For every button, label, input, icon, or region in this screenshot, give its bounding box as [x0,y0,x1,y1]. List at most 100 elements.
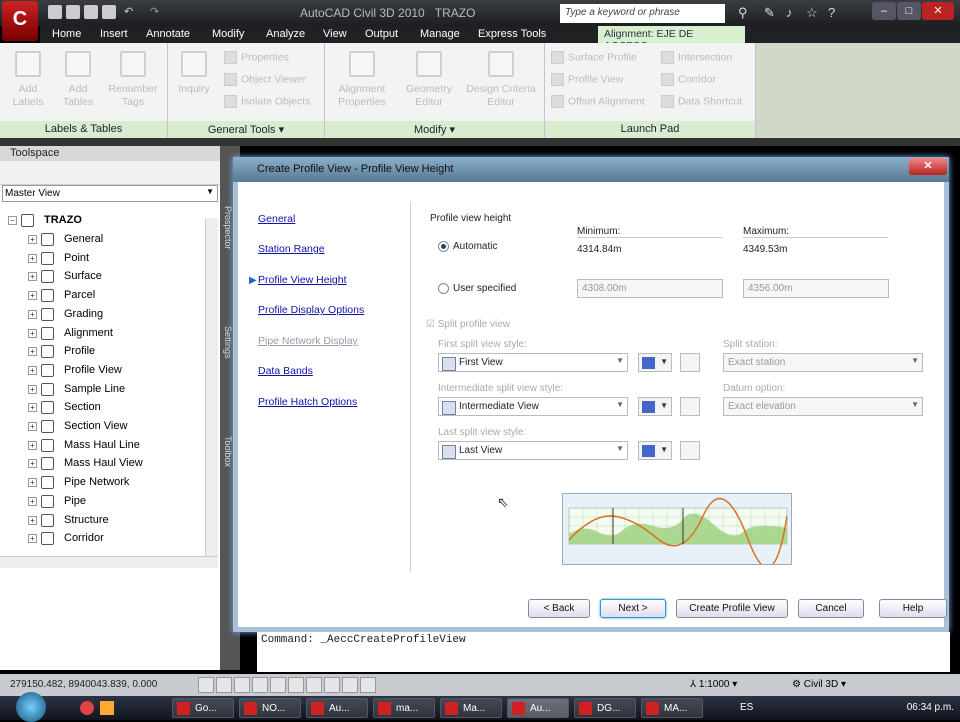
view-select[interactable]: Master View ▼ [2,185,218,202]
expand-icon[interactable]: + [28,272,37,282]
snap-toggle[interactable] [198,677,214,693]
split-station-select[interactable]: Exact station ▼ [723,353,923,372]
datum-option-select[interactable]: Exact elevation ▼ [723,397,923,416]
geometry-editor-button[interactable]: Geometry Editor [401,51,457,109]
expand-icon[interactable]: + [28,328,37,338]
redo-icon[interactable]: ↷ [150,5,164,19]
expand-icon[interactable]: + [28,422,37,431]
otrack-toggle[interactable] [288,677,304,693]
tab-annotate[interactable]: Annotate [146,28,190,40]
surface-profile-button[interactable]: Surface Profile [551,51,637,64]
chrome-icon[interactable] [80,701,94,715]
workspace-switch[interactable]: ⚙ Civil 3D ▾ [792,679,846,690]
add-tables-button[interactable]: Add Tables [58,51,98,109]
taskbar-item[interactable]: NO... [239,698,301,718]
properties-button[interactable]: Properties [224,51,289,64]
panel-title[interactable]: General Tools ▾ [168,121,324,138]
offset-alignment-button[interactable]: Offset Alignment [551,95,645,108]
dialog-close-button[interactable]: ✕ [909,158,947,175]
tab-toolbox[interactable]: Toolbox [223,436,233,467]
first-style-select[interactable]: First View ▼ [438,353,628,372]
expand-icon[interactable]: + [28,235,37,244]
subscription-icon[interactable]: ♪ [786,5,793,20]
expand-icon[interactable]: + [28,384,37,394]
corridor-button[interactable]: Corridor [661,73,716,86]
help-search-input[interactable]: Type a keyword or phrase [560,4,725,23]
expand-icon[interactable]: + [28,309,37,319]
tree-horizontal-scrollbar[interactable] [0,556,218,568]
taskbar-item[interactable]: Au... [306,698,368,718]
intersection-button[interactable]: Intersection [661,51,732,64]
taskbar-item[interactable]: DG... [574,698,636,718]
command-line[interactable]: Command: _AeccCreateProfileView [257,632,950,672]
expand-icon[interactable]: + [28,496,37,506]
create-profile-view-button[interactable]: Create Profile View [676,599,788,618]
nav-link[interactable]: Profile Hatch Options [258,396,357,408]
favorites-icon[interactable]: ☆ [806,5,818,21]
profile-view-button[interactable]: Profile View [551,73,623,86]
expand-icon[interactable]: + [28,478,37,488]
last-style-preview-button[interactable] [680,441,700,460]
ducs-toggle[interactable] [306,677,322,693]
tab-insert[interactable]: Insert [100,28,128,40]
expand-icon[interactable]: + [28,534,37,544]
tab-analyze[interactable]: Analyze [266,28,305,40]
qp-toggle[interactable] [360,677,376,693]
taskbar-item[interactable]: Ma... [440,698,502,718]
tab-output[interactable]: Output [365,28,398,40]
automatic-radio[interactable] [438,241,449,252]
data-shortcut-button[interactable]: Data Shortcut [661,95,742,108]
add-labels-button[interactable]: Add Labels [8,51,48,109]
open-icon[interactable] [66,5,80,19]
taskbar-item[interactable]: Au... [507,698,569,718]
nav-link[interactable]: Data Bands [258,365,313,377]
print-icon[interactable] [102,5,116,19]
isolate-objects-button[interactable]: Isolate Objects [224,95,310,108]
panel-title[interactable]: Modify ▾ [325,121,544,138]
tab-express-tools[interactable]: Express Tools [478,28,546,40]
close-button[interactable]: ✕ [922,2,954,20]
osnap-toggle[interactable] [270,677,286,693]
taskbar-item[interactable]: ma... [373,698,435,718]
undo-icon[interactable]: ↶ [124,5,138,19]
new-icon[interactable] [48,5,62,19]
tab-home[interactable]: Home [52,28,81,40]
folder-icon[interactable] [100,701,114,715]
first-style-preview-button[interactable] [680,353,700,372]
tab-alignment-contextual[interactable]: Alignment: EJE DE ACCESO [598,26,745,52]
tree-vertical-scrollbar[interactable] [205,218,218,558]
object-viewer-button[interactable]: Object Viewer [224,73,306,86]
tab-modify[interactable]: Modify [212,28,244,40]
user-maximum-input[interactable]: 4356.00m [743,279,889,298]
nav-link[interactable]: Profile Display Options [258,304,364,316]
tab-prospector[interactable]: Prospector [223,206,233,250]
lineweight-toggle[interactable] [342,677,358,693]
expand-icon[interactable]: + [28,253,37,263]
first-style-edit-dropdown[interactable]: ▼ [638,353,672,372]
polar-toggle[interactable] [252,677,268,693]
clock[interactable]: 06:34 p.m. [907,702,954,713]
wrench-icon[interactable]: ✎ [764,5,775,21]
expand-icon[interactable]: + [28,347,37,357]
maximize-button[interactable]: □ [897,2,921,20]
cancel-button[interactable]: Cancel [798,599,864,618]
save-icon[interactable] [84,5,98,19]
toolspace-title[interactable]: Toolspace [0,146,220,161]
annotation-scale[interactable]: ⅄ 1:1000 ▾ [690,679,737,690]
nav-link[interactable]: Station Range [258,243,325,255]
split-profile-checkbox[interactable]: ☑ Split profile view [426,319,510,330]
ortho-toggle[interactable] [234,677,250,693]
tab-view[interactable]: View [323,28,347,40]
last-style-select[interactable]: Last View ▼ [438,441,628,460]
tab-manage[interactable]: Manage [420,28,460,40]
expand-icon[interactable]: + [28,291,37,301]
last-style-edit-dropdown[interactable]: ▼ [638,441,672,460]
expand-icon[interactable]: + [28,440,37,450]
back-button[interactable]: < Back [528,599,590,618]
minimize-button[interactable]: – [872,2,896,20]
start-button[interactable] [16,692,46,722]
expand-icon[interactable]: + [28,365,37,375]
expand-icon[interactable]: + [28,515,37,525]
help-button[interactable]: Help [879,599,947,618]
renumber-tags-button[interactable]: Renumber Tags [104,51,162,109]
